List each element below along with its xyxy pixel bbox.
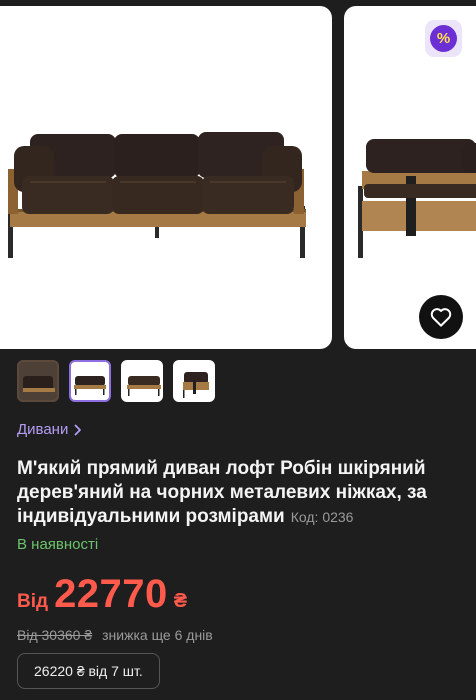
price-prefix: Від	[17, 591, 49, 612]
thumbnail-4[interactable]	[173, 360, 215, 402]
sofa-image	[8, 132, 306, 258]
thumbnail-image	[183, 372, 209, 398]
thumbnail-2[interactable]	[69, 360, 111, 402]
price-block: Від 22770 ₴	[17, 572, 187, 617]
breadcrumb[interactable]: Дивани	[17, 421, 82, 438]
discount-note: знижка ще 6 днів	[102, 627, 213, 643]
product-image-next[interactable]	[344, 6, 476, 349]
discount-badge: %	[425, 20, 462, 57]
old-price: Від 30360 ₴	[17, 627, 93, 643]
product-image-main[interactable]	[0, 6, 332, 349]
percent-icon: %	[430, 25, 457, 52]
availability-status: В наявності	[17, 536, 99, 553]
thumbnail-image	[127, 376, 161, 396]
bulk-price-label: 26220 ₴ від 7 шт.	[34, 663, 143, 679]
sofa-side-image	[358, 139, 476, 258]
product-gallery[interactable]: %	[0, 0, 476, 352]
price-amount: 22770	[54, 572, 168, 616]
thumbnail-image	[19, 362, 57, 400]
thumbnail-strip	[17, 360, 215, 402]
price-currency: ₴	[173, 590, 188, 612]
chevron-right-icon	[74, 424, 82, 435]
heart-icon	[430, 308, 452, 327]
product-title-text: М'який прямий диван лофт Робін шкіряний …	[17, 458, 427, 527]
old-price-row: Від 30360 ₴ знижка ще 6 днів	[17, 627, 213, 643]
thumbnail-3[interactable]	[121, 360, 163, 402]
bulk-price-button[interactable]: 26220 ₴ від 7 шт.	[17, 653, 160, 689]
product-title: М'який прямий диван лофт Робін шкіряний …	[17, 457, 467, 529]
breadcrumb-label[interactable]: Дивани	[17, 421, 68, 438]
product-code: Код: 0236	[290, 509, 354, 525]
thumbnail-1[interactable]	[17, 360, 59, 402]
favorite-button[interactable]	[419, 295, 463, 339]
thumbnail-image	[74, 376, 106, 395]
